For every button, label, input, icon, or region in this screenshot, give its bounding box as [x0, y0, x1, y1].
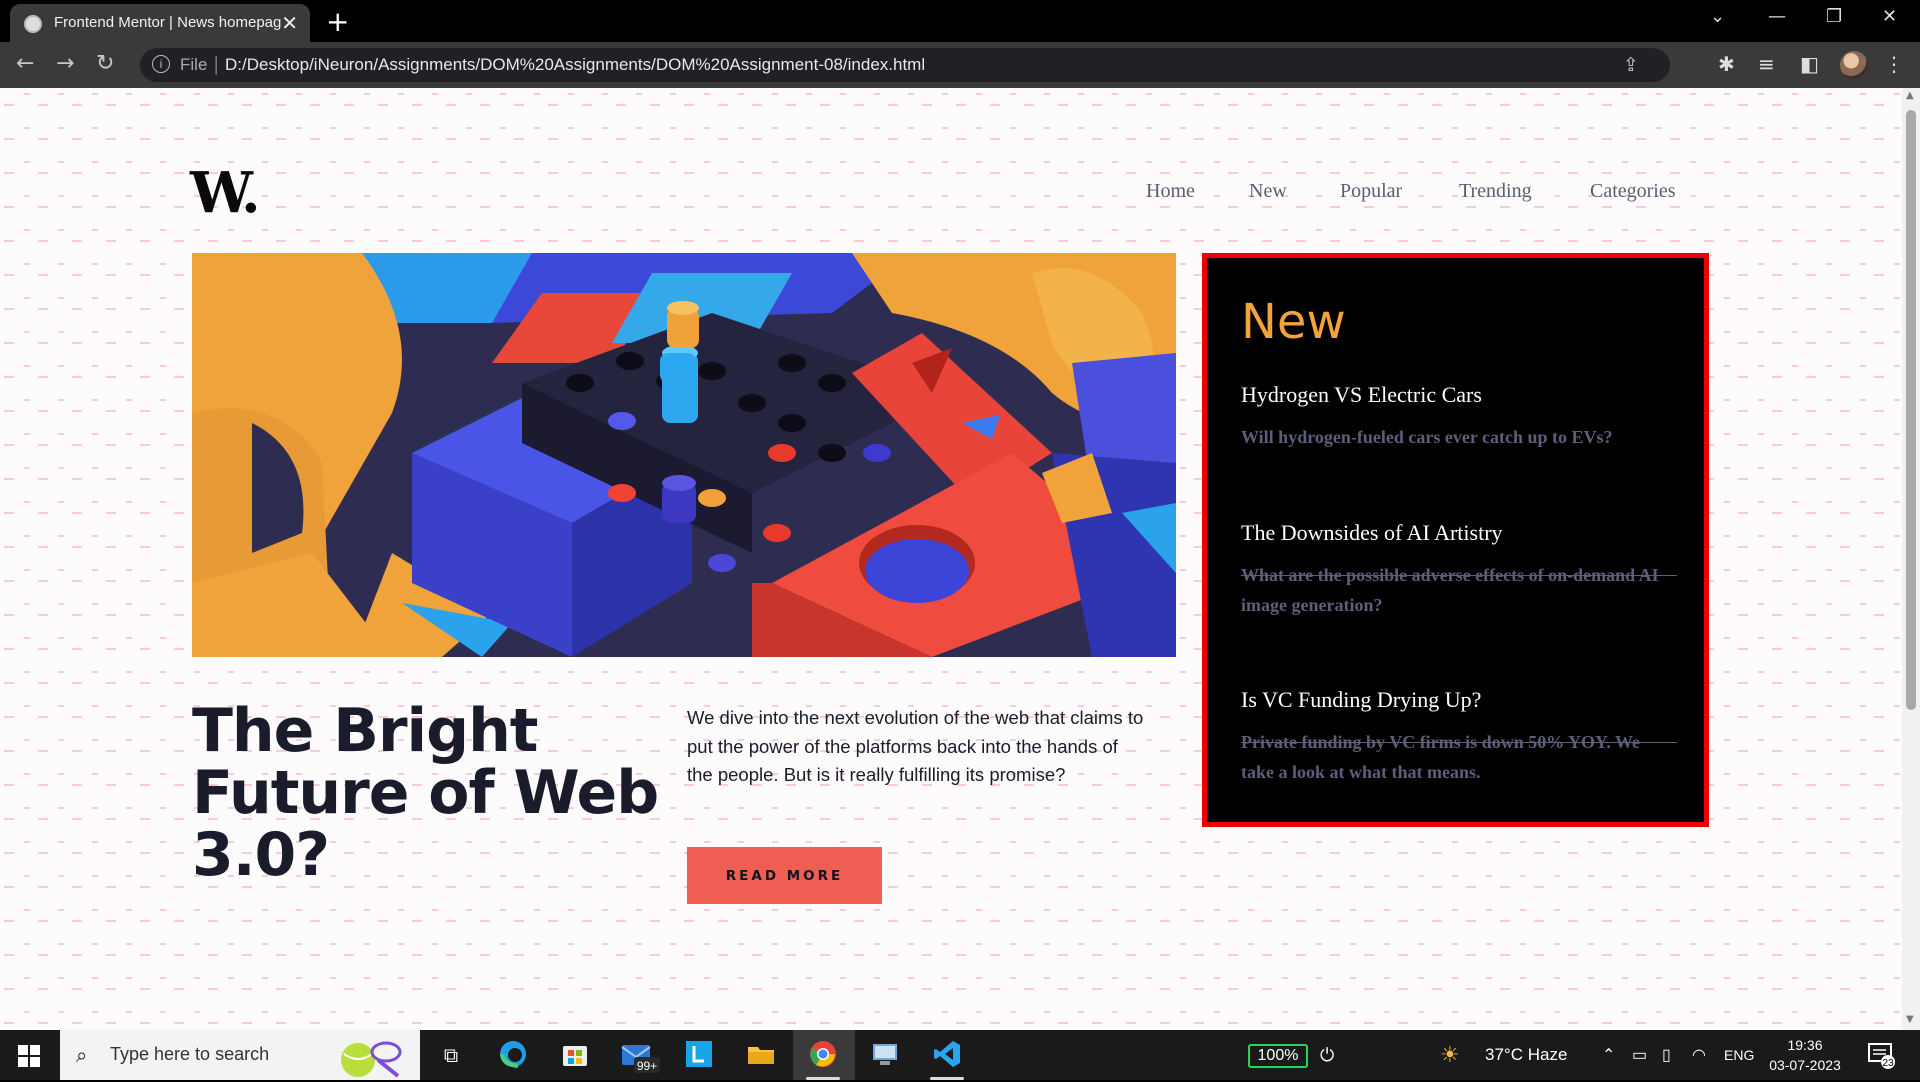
tab-title: Frontend Mentor | News homepage	[54, 14, 282, 31]
weather-haze-icon: ☀	[1440, 1042, 1460, 1067]
store-icon[interactable]	[558, 1039, 592, 1071]
news-item-text: Will hydrogen-fueled cars ever catch up …	[1241, 427, 1613, 447]
show-hidden-icons-icon[interactable]: ⌃	[1602, 1045, 1615, 1065]
mail-icon[interactable]: 99+	[620, 1039, 660, 1073]
menu-icon[interactable]: ⋮	[1884, 52, 1904, 76]
news-item-hydrogen[interactable]: Hydrogen VS Electric Cars Will hydrogen-…	[1241, 382, 1677, 452]
clock-time: 19:36	[1787, 1037, 1823, 1053]
back-icon[interactable]: ←	[16, 51, 34, 76]
news-item-text: What are the possible adverse effects of…	[1241, 565, 1659, 615]
browser-tab[interactable]: Frontend Mentor | News homepage ✕	[10, 4, 310, 42]
notification-center-icon[interactable]: 23	[1866, 1040, 1896, 1070]
taskbar-search-box[interactable]: ⌕ Type here to search	[60, 1030, 420, 1080]
l-app-icon[interactable]	[682, 1039, 716, 1071]
article-headline: The Bright Future of Web 3.0?	[192, 696, 659, 890]
news-item-title[interactable]: The Downsides of AI Artistry	[1241, 520, 1677, 546]
article-intro: We dive into the next evolution of the w…	[687, 707, 1144, 785]
battery-tray-icon[interactable]: ▭	[1632, 1045, 1647, 1065]
device-icon[interactable]: ▯	[1662, 1045, 1671, 1065]
windows-start-icon[interactable]	[18, 1045, 40, 1067]
battery-indicator[interactable]: 100%	[1248, 1044, 1308, 1068]
chrome-icon[interactable]	[806, 1039, 840, 1071]
url-scheme: File	[180, 55, 208, 74]
close-tab-icon[interactable]: ✕	[281, 11, 298, 35]
news-item-text: Private funding by VC firms is down 50% …	[1241, 732, 1641, 782]
battery-percent: 100%	[1257, 1047, 1299, 1064]
site-logo[interactable]: W.	[190, 160, 261, 226]
mail-badge: 99+	[637, 1059, 657, 1073]
reload-icon[interactable]: ↻	[96, 51, 114, 76]
url-text[interactable]: D:/Desktop/iNeuron/Assignments/DOM%20Ass…	[225, 55, 925, 75]
nav-new[interactable]: New	[1249, 180, 1287, 203]
new-tab-button[interactable]: +	[326, 5, 349, 38]
charging-plug-icon: ⏻	[1320, 1045, 1335, 1065]
address-bar[interactable]: i File | D:/Desktop/iNeuron/Assignments/…	[140, 48, 1670, 82]
site-info-icon[interactable]: i	[152, 55, 170, 73]
reading-list-icon[interactable]: ≡	[1758, 52, 1775, 76]
news-item-title[interactable]: Is VC Funding Drying Up?	[1241, 687, 1677, 713]
tab-search-icon[interactable]: ⌄	[1710, 6, 1725, 27]
vscode-icon[interactable]	[930, 1039, 964, 1071]
scroll-down-icon[interactable]: ▼	[1906, 1014, 1914, 1025]
edge-icon[interactable]	[496, 1039, 530, 1071]
restore-icon[interactable]: ❐	[1826, 6, 1842, 27]
extensions-icon[interactable]: ✱	[1718, 52, 1735, 76]
profile-avatar[interactable]	[1840, 51, 1868, 79]
news-item-ai[interactable]: The Downsides of AI Artistry What are th…	[1241, 520, 1677, 620]
language-indicator[interactable]: ENG	[1724, 1047, 1754, 1063]
hero-image	[192, 253, 1176, 657]
task-view-icon[interactable]: ⧉	[434, 1039, 468, 1071]
search-highlight-icon	[341, 1041, 402, 1078]
browser-tab-strip: Frontend Mentor | News homepage ✕ + ⌄ — …	[0, 0, 1920, 42]
taskbar-search-placeholder: Type here to search	[110, 1044, 270, 1064]
page-scrollbar[interactable]: ▲ ▼	[1902, 88, 1920, 1030]
nav-categories[interactable]: Categories	[1590, 180, 1676, 203]
news-item-title[interactable]: Hydrogen VS Electric Cars	[1241, 382, 1677, 408]
url-separator: |	[213, 53, 220, 75]
share-icon[interactable]: ⇪	[1623, 54, 1639, 76]
side-panel-icon[interactable]: ◧	[1800, 52, 1819, 76]
page-viewport: W. Home New Popular Trending Categories	[0, 88, 1902, 1030]
read-more-button[interactable]: READ MORE	[687, 847, 882, 904]
nav-home[interactable]: Home	[1146, 180, 1195, 203]
nav-popular[interactable]: Popular	[1340, 180, 1402, 203]
scroll-thumb[interactable]	[1906, 110, 1916, 710]
file-explorer-icon[interactable]	[744, 1039, 778, 1071]
system-clock[interactable]: 19:36 03-07-2023	[1765, 1035, 1845, 1075]
news-item-vc[interactable]: Is VC Funding Drying Up? Private funding…	[1241, 687, 1677, 787]
forward-icon[interactable]: →	[56, 51, 74, 76]
wifi-icon[interactable]: ◠	[1692, 1045, 1706, 1065]
weather-text[interactable]: 37°C Haze	[1485, 1045, 1567, 1065]
notification-count: 23	[1882, 1058, 1894, 1069]
new-panel-title: New	[1241, 294, 1346, 350]
nav-trending[interactable]: Trending	[1459, 180, 1532, 203]
remote-desktop-icon[interactable]	[868, 1039, 902, 1071]
windows-taskbar: ⌕ Type here to search ⧉ 99+ 100% ⏻ ☀ 37°…	[0, 1030, 1920, 1080]
minimize-icon[interactable]: —	[1768, 6, 1786, 27]
close-window-icon[interactable]: ✕	[1882, 6, 1897, 27]
scroll-up-icon[interactable]: ▲	[1906, 90, 1914, 101]
browser-toolbar: ← → ↻ i File | D:/Desktop/iNeuron/Assign…	[0, 42, 1920, 88]
new-articles-panel: New Hydrogen VS Electric Cars Will hydro…	[1202, 253, 1709, 827]
globe-icon	[24, 15, 42, 33]
search-icon: ⌕	[76, 1043, 88, 1067]
clock-date: 03-07-2023	[1769, 1057, 1841, 1073]
